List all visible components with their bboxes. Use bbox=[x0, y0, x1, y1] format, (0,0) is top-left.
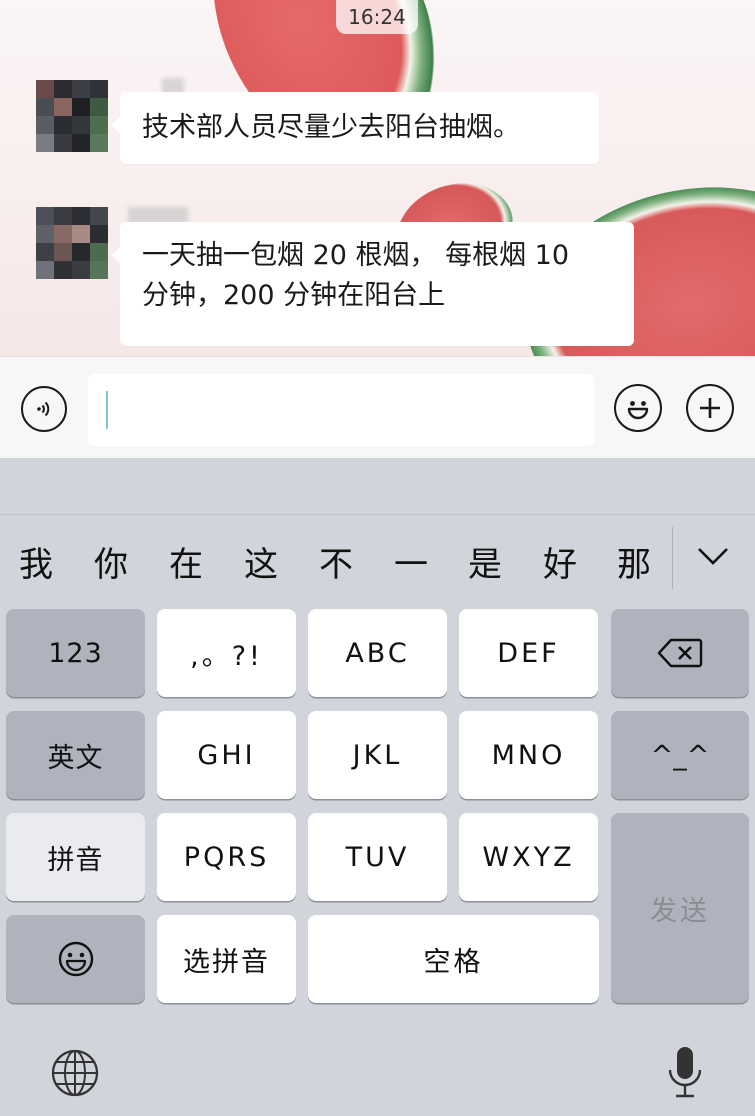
key-mno[interactable]: MNO bbox=[459, 711, 598, 799]
message-text: 技术部人员尽量少去阳台抽烟。 bbox=[142, 112, 520, 143]
keyboard: 我 你 在 这 不 一 是 好 那 123 ,。?! ABC DEF 英文 GH… bbox=[0, 458, 755, 1116]
message-bubble[interactable]: 一天抽一包烟 20 根烟， 每根烟 10 分钟，200 分钟在阳台上 bbox=[111, 222, 634, 346]
candidate-item[interactable]: 不 bbox=[306, 515, 366, 615]
candidate-item[interactable]: 是 bbox=[455, 515, 515, 615]
key-123[interactable]: 123 bbox=[6, 609, 145, 697]
candidate-item[interactable]: 在 bbox=[156, 515, 216, 615]
key-select-pinyin[interactable]: 选拼音 bbox=[157, 915, 296, 1003]
key-def[interactable]: DEF bbox=[459, 609, 598, 697]
plus-icon[interactable] bbox=[686, 384, 734, 432]
emoji-icon bbox=[58, 941, 93, 977]
space-key[interactable]: 空格 bbox=[308, 915, 599, 1003]
candidate-item[interactable]: 你 bbox=[81, 515, 141, 615]
candidate-item[interactable]: 好 bbox=[530, 515, 590, 615]
key-pqrs[interactable]: PQRS bbox=[157, 813, 296, 901]
message-text: 分钟，200 分钟在阳台上 bbox=[142, 280, 446, 311]
text-caret bbox=[106, 391, 108, 429]
emoji-icon[interactable] bbox=[614, 384, 662, 432]
message-input[interactable] bbox=[88, 374, 594, 446]
key-kaomoji[interactable]: ^_^ bbox=[611, 711, 749, 799]
message-text: 一天抽一包烟 20 根烟， 每根烟 10 bbox=[142, 240, 570, 271]
key-tuv[interactable]: TUV bbox=[308, 813, 447, 901]
candidate-item[interactable]: 我 bbox=[6, 515, 66, 615]
key-pinyin[interactable]: 拼音 bbox=[6, 813, 145, 901]
candidate-item[interactable]: 那 bbox=[604, 515, 664, 615]
key-jkl[interactable]: JKL bbox=[308, 711, 447, 799]
chevron-down-icon[interactable] bbox=[690, 537, 736, 577]
key-ghi[interactable]: GHI bbox=[157, 711, 296, 799]
key-abc[interactable]: ABC bbox=[308, 609, 447, 697]
candidate-item[interactable]: 一 bbox=[381, 515, 441, 615]
candidate-bar: 我 你 在 这 不 一 是 好 那 bbox=[0, 514, 755, 589]
avatar[interactable] bbox=[36, 207, 108, 279]
candidate-item[interactable]: 这 bbox=[231, 515, 291, 615]
delete-icon bbox=[657, 638, 703, 668]
voice-icon[interactable] bbox=[21, 386, 67, 432]
chat-area: 16:24 技术部人员尽量少去阳台抽烟。 一天抽一包烟 20 根烟， 每根烟 1… bbox=[0, 0, 755, 356]
message-bubble[interactable]: 技术部人员尽量少去阳台抽烟。 bbox=[111, 92, 599, 164]
send-button[interactable]: 发送 bbox=[611, 813, 749, 1003]
timestamp: 16:24 bbox=[336, 0, 418, 34]
key-wxyz[interactable]: WXYZ bbox=[459, 813, 598, 901]
input-bar bbox=[0, 356, 755, 459]
key-english[interactable]: 英文 bbox=[6, 711, 145, 799]
key-punctuation[interactable]: ,。?! bbox=[157, 609, 296, 697]
delete-key[interactable] bbox=[611, 609, 749, 697]
emoji-key[interactable] bbox=[6, 915, 145, 1003]
microphone-icon[interactable] bbox=[664, 1044, 706, 1102]
avatar[interactable] bbox=[36, 80, 108, 152]
sender-name bbox=[128, 207, 188, 223]
globe-icon[interactable] bbox=[50, 1048, 100, 1098]
candidate-divider bbox=[672, 527, 673, 589]
